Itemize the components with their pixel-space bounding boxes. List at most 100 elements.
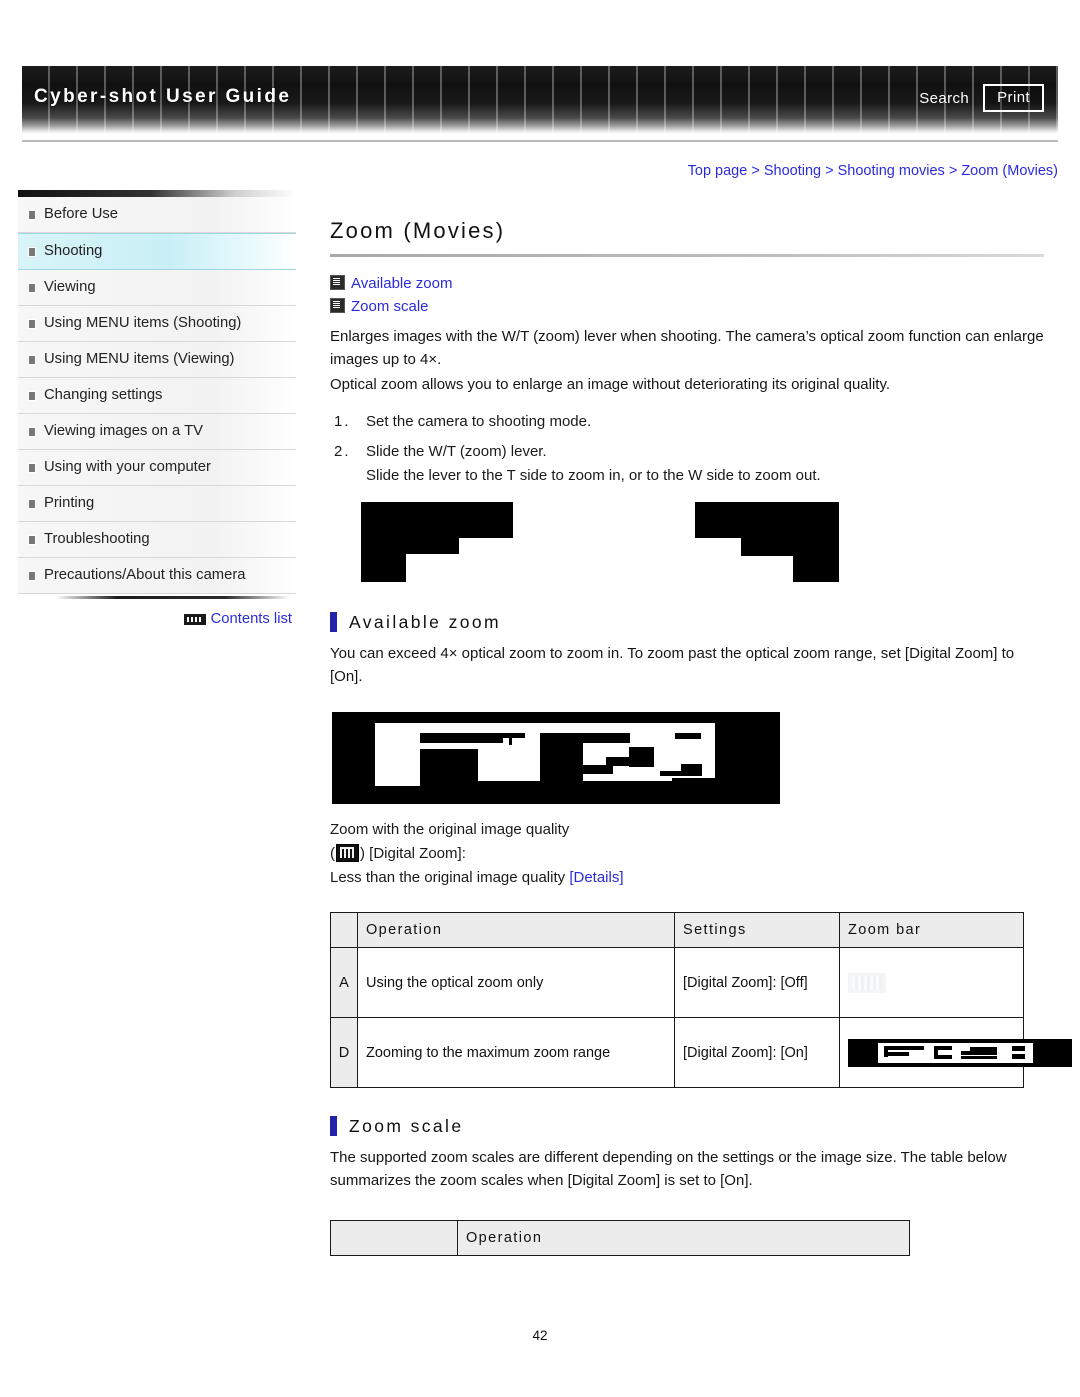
bullet-icon bbox=[28, 246, 36, 257]
caption-line-2-suffix: ) [Digital Zoom]: bbox=[360, 845, 466, 862]
step-number: 2. bbox=[334, 443, 351, 460]
row-index: D bbox=[330, 1017, 358, 1088]
sidebar-item-label: Using MENU items (Shooting) bbox=[44, 315, 242, 331]
row-index: A bbox=[330, 947, 358, 1018]
search-button[interactable]: Search bbox=[919, 90, 969, 107]
zoom-bar-table: Operation Settings Zoom bar A Using the … bbox=[330, 912, 1072, 1088]
sidebar-item-using-menu-items-viewing[interactable]: Using MENU items (Viewing) bbox=[18, 342, 296, 378]
step-subtext: Slide the lever to the T side to zoom in… bbox=[366, 467, 821, 484]
digital-zoom-icon bbox=[336, 844, 359, 862]
caption-paren-open: ( bbox=[330, 845, 335, 862]
bullet-icon bbox=[28, 209, 36, 220]
table-header-zoom-bar: Zoom bar bbox=[839, 912, 1024, 948]
table-header-row: Operation bbox=[330, 1220, 910, 1256]
sidebar-item-precautions-about-this-camera[interactable]: Precautions/About this camera bbox=[18, 558, 296, 594]
step-text: Slide the W/T (zoom) lever. bbox=[366, 443, 547, 460]
table-header-row: Operation Settings Zoom bar bbox=[330, 912, 1024, 948]
bullet-icon bbox=[28, 498, 36, 509]
caption-line-3: Less than the original image quality [De… bbox=[330, 866, 1044, 890]
anchor-icon bbox=[330, 275, 345, 290]
zoom-bar-illustration-panel bbox=[375, 723, 715, 793]
sidebar-item-label: Viewing images on a TV bbox=[44, 423, 204, 439]
jump-link-label: Available zoom bbox=[351, 275, 453, 292]
bullet-icon bbox=[28, 354, 36, 365]
intro-paragraph-1: Enlarges images with the W/T (zoom) leve… bbox=[330, 328, 1044, 368]
sidebar-item-printing[interactable]: Printing bbox=[18, 486, 296, 522]
section-heading-available-zoom: Available zoom bbox=[330, 612, 1044, 632]
zoom-bar-dark-graphic bbox=[848, 1038, 1072, 1067]
bullet-icon bbox=[28, 318, 36, 329]
anchor-icon bbox=[330, 298, 345, 313]
app-header: Cyber-shot User Guide Search Print bbox=[22, 66, 1058, 134]
table-row: D Zooming to the maximum zoom range [Dig… bbox=[330, 1017, 1072, 1088]
jump-link-available-zoom[interactable]: Available zoom bbox=[330, 275, 1044, 292]
bullet-icon bbox=[28, 462, 36, 473]
available-zoom-paragraph: You can exceed 4× optical zoom to zoom i… bbox=[330, 645, 1015, 685]
zoom-bar-illustration bbox=[332, 712, 780, 804]
print-button[interactable]: Print bbox=[983, 84, 1044, 112]
sidebar-item-shooting[interactable]: Shooting bbox=[18, 233, 296, 270]
table-header-index bbox=[330, 912, 358, 948]
caption-line-1: Zoom with the original image quality bbox=[330, 821, 570, 838]
sidebar-bottom-accent bbox=[56, 596, 290, 599]
step-list: 1. Set the camera to shooting mode. 2. S… bbox=[330, 410, 1044, 488]
sidebar-item-viewing[interactable]: Viewing bbox=[18, 270, 296, 306]
row-zoom-bar bbox=[839, 1017, 1072, 1088]
sidebar-item-label: Using with your computer bbox=[44, 459, 211, 475]
contents-list-link[interactable]: Contents list bbox=[18, 611, 296, 627]
bullet-icon bbox=[28, 426, 36, 437]
row-settings: [Digital Zoom]: [On] bbox=[674, 1017, 840, 1088]
sidebar-item-changing-settings[interactable]: Changing settings bbox=[18, 378, 296, 414]
zoom-caption-block: Zoom with the original image quality ( ) … bbox=[330, 818, 1044, 890]
caption-line-3-text: Less than the original image quality bbox=[330, 869, 570, 886]
sidebar-item-troubleshooting[interactable]: Troubleshooting bbox=[18, 522, 296, 558]
row-zoom-bar bbox=[839, 947, 1024, 1018]
sidebar-item-viewing-images-on-a-tv[interactable]: Viewing images on a TV bbox=[18, 414, 296, 450]
sidebar-list: Before Use Shooting Viewing Using MENU i… bbox=[18, 197, 296, 594]
step-text: Set the camera to shooting mode. bbox=[366, 413, 592, 430]
title-divider bbox=[330, 254, 1044, 257]
header-actions: Search Print bbox=[919, 84, 1044, 112]
bullet-icon bbox=[28, 570, 36, 581]
zoom-bar-faint-icon bbox=[848, 972, 886, 993]
zoom-scale-table: Operation bbox=[330, 1220, 910, 1256]
sidebar-item-before-use[interactable]: Before Use bbox=[18, 197, 296, 233]
sidebar-item-label: Precautions/About this camera bbox=[44, 567, 246, 583]
breadcrumb[interactable]: Top page > Shooting > Shooting movies > … bbox=[688, 163, 1058, 179]
details-link[interactable]: [Details] bbox=[569, 869, 623, 886]
bullet-icon bbox=[28, 534, 36, 545]
sidebar-top-accent bbox=[18, 190, 296, 197]
table-header-index bbox=[330, 1220, 458, 1256]
sidebar-item-label: Viewing bbox=[44, 279, 96, 295]
sidebar-item-using-menu-items-shooting[interactable]: Using MENU items (Shooting) bbox=[18, 306, 296, 342]
sidebar: Before Use Shooting Viewing Using MENU i… bbox=[18, 190, 296, 627]
page-title: Zoom (Movies) bbox=[330, 218, 506, 243]
row-operation: Using the optical zoom only bbox=[357, 947, 675, 1018]
jump-link-label: Zoom scale bbox=[351, 298, 429, 315]
bullet-icon bbox=[28, 390, 36, 401]
sidebar-item-label: Before Use bbox=[44, 206, 119, 222]
caption-line-2: ( ) [Digital Zoom]: bbox=[330, 842, 1044, 866]
app-title: Cyber-shot User Guide bbox=[34, 86, 292, 107]
step-item-2: 2. Slide the W/T (zoom) lever. Slide the… bbox=[330, 440, 1044, 488]
intro-paragraph-2: Optical zoom allows you to enlarge an im… bbox=[330, 376, 891, 393]
lever-figure-row bbox=[330, 502, 1044, 594]
section-heading-zoom-scale: Zoom scale bbox=[330, 1116, 1044, 1136]
table-header-operation: Operation bbox=[457, 1220, 910, 1256]
main-content: Zoom (Movies) Available zoom Zoom scale … bbox=[330, 218, 1072, 1256]
sidebar-item-using-with-your-computer[interactable]: Using with your computer bbox=[18, 450, 296, 486]
sidebar-item-label: Troubleshooting bbox=[44, 531, 150, 547]
row-operation: Zooming to the maximum zoom range bbox=[357, 1017, 675, 1088]
table-header-operation: Operation bbox=[357, 912, 675, 948]
table-header-settings: Settings bbox=[674, 912, 840, 948]
table-row: A Using the optical zoom only [Digital Z… bbox=[330, 947, 1024, 1018]
contents-list-label: Contents list bbox=[210, 611, 292, 627]
zoom-scale-paragraph: The supported zoom scales are different … bbox=[330, 1149, 1007, 1189]
row-settings: [Digital Zoom]: [Off] bbox=[674, 947, 840, 1018]
page-number: 42 bbox=[532, 1328, 548, 1343]
step-number: 1. bbox=[334, 413, 351, 430]
lever-figure-left bbox=[361, 502, 513, 582]
jump-link-zoom-scale[interactable]: Zoom scale bbox=[330, 298, 1044, 315]
step-item-1: 1. Set the camera to shooting mode. bbox=[330, 410, 1044, 434]
sidebar-item-label: Changing settings bbox=[44, 387, 163, 403]
